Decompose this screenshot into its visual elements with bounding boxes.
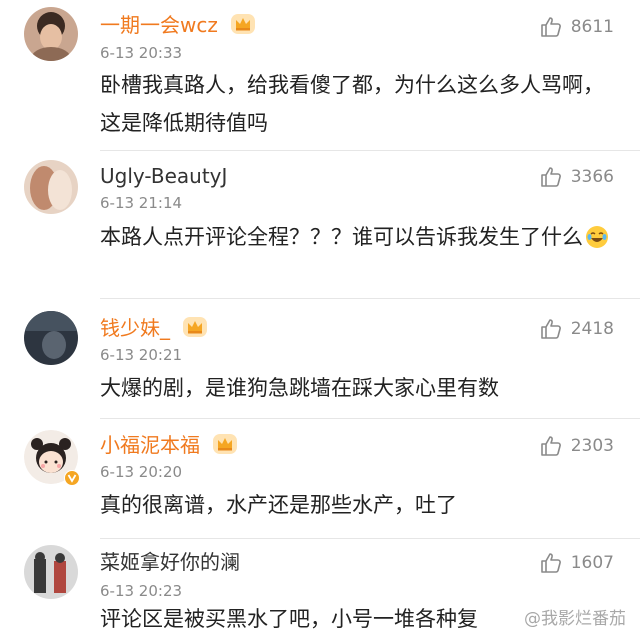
comment-text: 本路人点开评论全程？？？谁可以告诉我发生了什么 (100, 218, 610, 256)
thumbs-up-icon (540, 17, 561, 37)
thumbs-up-icon (540, 553, 561, 573)
crown-badge-icon (213, 434, 238, 454)
comment-text: 卧槽我真路人，给我看傻了都，为什么这么多人骂啊，这是降低期待值吗 (100, 73, 604, 135)
avatar[interactable] (24, 545, 78, 599)
comment-list: 一期一会wcz 6-13 20:33 8611 卧槽我真路人，给我看傻了都，为什… (0, 0, 640, 643)
avatar[interactable] (24, 7, 78, 61)
username[interactable]: 一期一会wcz (100, 12, 256, 37)
username[interactable]: Ugly-BeautyJ (100, 164, 227, 188)
timestamp: 6-13 20:20 (100, 463, 183, 481)
thumbs-up-icon (540, 319, 561, 339)
like-button[interactable]: 2418 (539, 317, 614, 341)
timestamp: 6-13 21:14 (100, 194, 183, 212)
like-count: 3366 (570, 167, 614, 187)
thumbs-up-icon (540, 167, 561, 187)
comment-text: 真的很离谱，水产还是那些水产，吐了 (100, 493, 457, 517)
like-button[interactable]: 2303 (539, 434, 614, 458)
laugh-cry-emoji-icon (586, 226, 608, 248)
like-button[interactable]: 1607 (539, 551, 614, 575)
username[interactable]: 小福泥本福 (100, 432, 238, 457)
avatar[interactable] (24, 311, 78, 365)
comment-item: 小福泥本福 6-13 20:20 2303 真的很离谱，水产还是那些水产，吐了 (0, 418, 640, 538)
verified-badge-icon (64, 470, 80, 486)
timestamp: 6-13 20:33 (100, 44, 183, 62)
comment-text: 评论区是被买黑水了吧，小号一堆各种复 (100, 607, 478, 631)
comment-item: Ugly-BeautyJ 6-13 21:14 3366 本路人点开评论全程？？… (0, 150, 640, 298)
like-count: 2418 (570, 319, 614, 339)
like-button[interactable]: 8611 (539, 15, 614, 39)
like-count: 1607 (570, 553, 614, 573)
username[interactable]: 钱少妹_ (100, 315, 208, 340)
avatar[interactable] (24, 160, 78, 214)
comment-text: 大爆的剧，是谁狗急跳墙在踩大家心里有数 (100, 376, 499, 400)
timestamp: 6-13 20:23 (100, 582, 183, 600)
avatar[interactable] (24, 430, 80, 486)
like-button[interactable]: 3366 (539, 165, 614, 189)
timestamp: 6-13 20:21 (100, 346, 183, 364)
comment-item: 钱少妹_ 6-13 20:21 2418 大爆的剧，是谁狗急跳墙在踩大家心里有数 (0, 298, 640, 418)
comment-item: 一期一会wcz 6-13 20:33 8611 卧槽我真路人，给我看傻了都，为什… (0, 0, 640, 150)
thumbs-up-icon (540, 436, 561, 456)
username[interactable]: 菜姬拿好你的澜 (100, 550, 240, 574)
watermark: @我影烂番茄 (520, 604, 630, 629)
crown-badge-icon (183, 317, 208, 337)
crown-badge-icon (231, 14, 256, 34)
like-count: 8611 (570, 17, 614, 37)
like-count: 2303 (570, 436, 614, 456)
